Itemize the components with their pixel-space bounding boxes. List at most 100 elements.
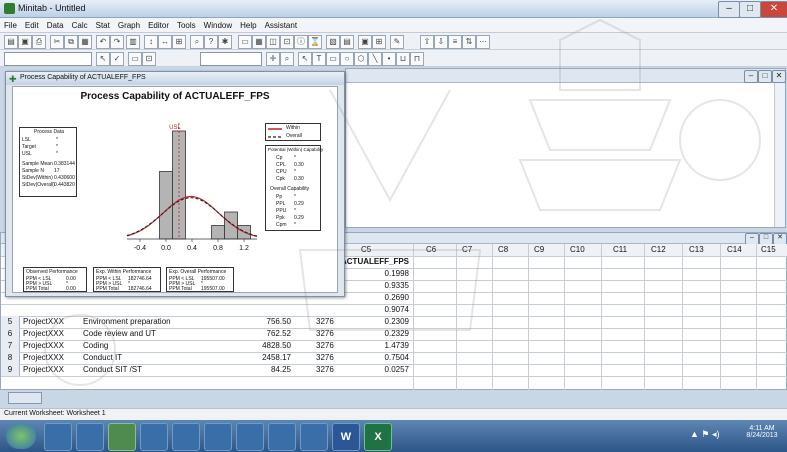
edit-last-dialog-icon[interactable]: ▥ [126,35,140,49]
cell-hours[interactable]: 84.25 [251,364,291,376]
cut-icon[interactable]: ✂ [50,35,64,49]
cell-id[interactable]: 3276 [316,328,340,340]
cell-project[interactable]: ProjectXXX [23,364,79,376]
menu-graph[interactable]: Graph [114,18,144,33]
column-header[interactable]: C6 [426,244,456,256]
outlook-icon[interactable] [204,423,232,451]
graph-selector[interactable] [200,52,262,66]
save-project-icon[interactable]: ▣ [18,35,32,49]
cell-hours[interactable]: 756.50 [251,316,291,328]
column-header[interactable]: C7 [462,244,492,256]
cell-eff[interactable]: 0.2690 [369,292,409,304]
menu-edit[interactable]: Edit [21,18,43,33]
cell-hours[interactable]: 4828.50 [251,340,291,352]
session-scrollbar[interactable] [774,83,785,227]
manage-graphs-icon[interactable]: ▣ [358,35,372,49]
cell-hours[interactable]: 762.52 [251,328,291,340]
cell-project[interactable]: ProjectXXX [23,340,79,352]
cell-eff[interactable]: 0.9074 [369,304,409,316]
zoom-graph-icon[interactable]: ⊡ [142,52,156,66]
clock[interactable]: 4:11 AM 8/24/2013 [740,425,784,439]
line-tool-icon[interactable]: ╲ [368,52,382,66]
cell-task[interactable]: Coding [83,340,233,352]
project-manager-icon[interactable]: ⊡ [280,35,294,49]
column-header[interactable]: C9 [534,244,564,256]
redo-icon[interactable]: ↷ [110,35,124,49]
font-selector[interactable] [4,52,92,66]
row-number[interactable]: 9 [1,364,20,376]
worksheet-icon[interactable]: ▦ [252,35,266,49]
crosshairs-icon[interactable]: ✛ [266,52,280,66]
paint-icon[interactable] [268,423,296,451]
text-tool-icon[interactable]: T [312,52,326,66]
cell-eff[interactable]: 0.7504 [369,352,409,364]
maximize-button[interactable]: □ [739,1,761,18]
column-header[interactable]: C11 [613,244,643,256]
start-button-icon[interactable] [6,423,36,449]
menu-assistant[interactable]: Assistant [261,18,301,33]
menu-file[interactable]: File [0,18,21,33]
assistant-icon[interactable]: ✱ [218,35,232,49]
copy-icon[interactable]: ⧉ [64,35,78,49]
cell-id[interactable]: 3276 [316,364,340,376]
menu-data[interactable]: Data [43,18,68,33]
zoom-icon[interactable]: ⌕ [280,52,294,66]
cell-id[interactable]: 3276 [316,340,340,352]
column-header[interactable]: C14 [727,244,757,256]
chrome-icon[interactable] [300,423,328,451]
insert-column-icon[interactable]: ↔ [158,35,172,49]
subset-icon[interactable]: ⋯ [476,35,490,49]
session-window-icon[interactable]: ▭ [238,35,252,49]
pointer-icon[interactable]: ↖ [298,52,312,66]
prev-row-icon[interactable]: ⇧ [420,35,434,49]
minitab-taskbar-icon[interactable] [108,423,136,451]
undo-icon[interactable]: ↶ [96,35,110,49]
cell-eff[interactable]: 0.0257 [369,364,409,376]
column-header[interactable]: C13 [689,244,719,256]
marker-tool-icon[interactable]: • [382,52,396,66]
cell-eff[interactable]: 0.9335 [369,280,409,292]
graph-folder-icon[interactable]: ◫ [266,35,280,49]
insert-row-icon[interactable]: ↕ [144,35,158,49]
row-number[interactable]: 7 [1,340,20,352]
history-icon[interactable]: ⌛ [308,35,322,49]
menu-tools[interactable]: Tools [173,18,200,33]
edit-graph-icon[interactable]: ▭ [128,52,142,66]
media-player-icon[interactable] [172,423,200,451]
firefox-icon[interactable] [76,423,104,451]
row-number[interactable]: 6 [1,328,20,340]
cell-id[interactable]: 3276 [316,352,340,364]
cell-project[interactable]: ProjectXXX [23,316,79,328]
cell-task[interactable]: Conduct IT [83,352,233,364]
file-explorer-icon[interactable] [140,423,168,451]
menu-help[interactable]: Help [236,18,260,33]
session-close-button[interactable]: ✕ [772,70,786,83]
cell-id[interactable]: 3276 [316,316,340,328]
select-arrow-icon[interactable]: ↖ [96,52,110,66]
insert-cells-icon[interactable]: ⊞ [172,35,186,49]
brush-icon[interactable]: ✎ [390,35,404,49]
cell-project[interactable]: ProjectXXX [23,328,79,340]
grouping-icon[interactable]: ⊔ [396,52,410,66]
column-header[interactable]: C10 [570,244,600,256]
brush-select-icon[interactable]: ✓ [110,52,124,66]
session-minimize-button[interactable]: – [744,70,758,83]
tile-windows-icon[interactable]: ⊞ [372,35,386,49]
cell-project[interactable]: ProjectXXX [23,352,79,364]
format-column-icon[interactable]: ≡ [448,35,462,49]
menu-calc[interactable]: Calc [68,18,92,33]
tray-icons[interactable]: ▲ ⚑ ◂) [690,429,720,440]
column-header[interactable]: C12 [651,244,681,256]
cell-task[interactable]: Conduct SIT /ST [83,364,233,376]
rectangle-tool-icon[interactable]: ▭ [326,52,340,66]
cell-eff[interactable]: 0.2329 [369,328,409,340]
cell-task[interactable]: Environment preparation [83,316,233,328]
column-name-c5[interactable]: ACTUALEFF_FPS [341,256,411,268]
paste-icon[interactable]: ▦ [78,35,92,49]
graph-window[interactable]: ✚ Process Capability of ACTUALEFF_FPS Pr… [5,71,345,297]
column-header[interactable]: C8 [498,244,528,256]
cell-eff[interactable]: 0.2309 [369,316,409,328]
column-header[interactable]: C15 [761,244,787,256]
word-icon[interactable]: W [332,423,360,451]
sort-icon[interactable]: ⇅ [462,35,476,49]
